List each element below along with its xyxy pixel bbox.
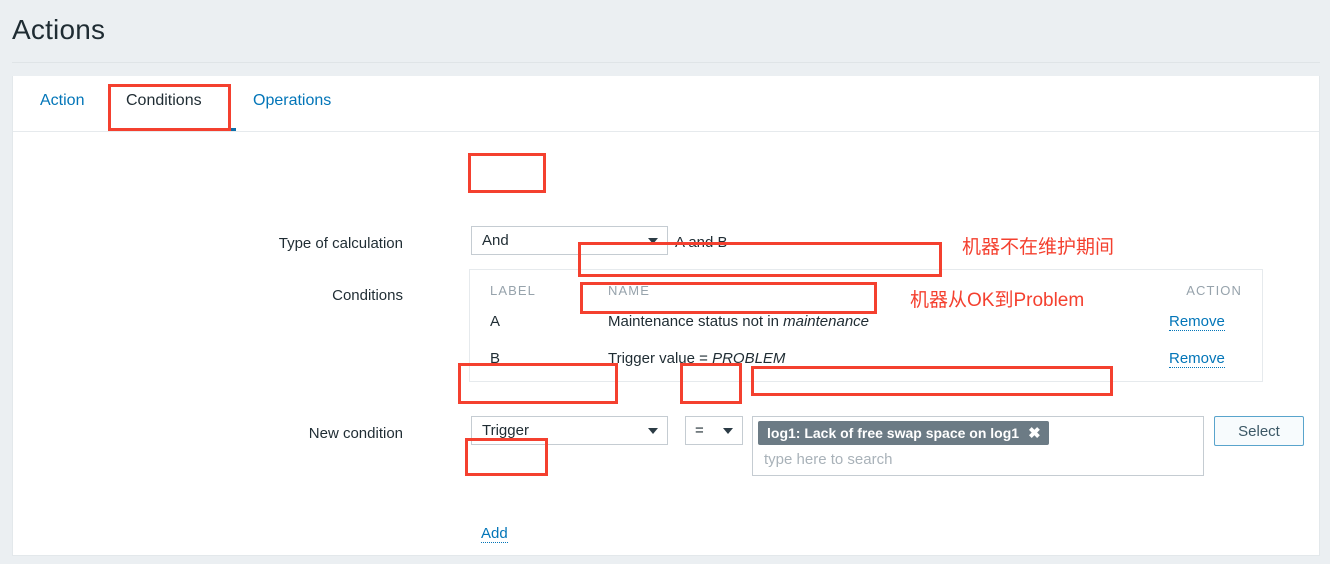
conditions-col-name: NAME bbox=[608, 283, 650, 298]
table-row: A bbox=[490, 313, 500, 330]
conditions-label: Conditions bbox=[332, 287, 403, 304]
new-condition-multiselect[interactable]: log1: Lack of free swap space on log1 ✖ … bbox=[752, 416, 1204, 476]
new-condition-operator-value: = bbox=[695, 422, 704, 439]
type-of-calculation-value: And bbox=[482, 232, 509, 249]
chevron-down-icon bbox=[648, 237, 658, 244]
condition-name-a-value: maintenance bbox=[783, 313, 870, 330]
condition-name-b-prefix: Trigger value = bbox=[608, 350, 713, 367]
condition-name-a: Maintenance status not in maintenance bbox=[608, 313, 869, 330]
page-title: Actions bbox=[12, 14, 106, 45]
condition-name-b-value: PROBLEM bbox=[712, 350, 786, 367]
tab-bar-divider bbox=[13, 131, 1319, 132]
table-row: B bbox=[490, 350, 500, 367]
tab-bar: Action Conditions Operations bbox=[13, 76, 1319, 132]
tab-operations[interactable]: Operations bbox=[253, 92, 331, 110]
condition-name-b: Trigger value = PROBLEM bbox=[608, 350, 785, 367]
chevron-down-icon bbox=[648, 427, 658, 434]
selected-trigger-chip: log1: Lack of free swap space on log1 ✖ bbox=[758, 421, 1049, 445]
type-of-calculation-label: Type of calculation bbox=[278, 235, 403, 252]
trigger-search-input-placeholder[interactable]: type here to search bbox=[764, 451, 892, 468]
tab-conditions[interactable]: Conditions bbox=[126, 92, 202, 110]
remove-condition-b-link[interactable]: Remove bbox=[1169, 350, 1225, 369]
select-trigger-button[interactable]: Select bbox=[1214, 416, 1304, 446]
condition-name-a-prefix: Maintenance status not in bbox=[608, 313, 784, 330]
type-of-calculation-select[interactable]: And bbox=[471, 226, 668, 255]
new-condition-label: New condition bbox=[308, 425, 403, 442]
actions-page: Actions Action Conditions Operations Typ… bbox=[0, 0, 1330, 564]
condition-label-a: A bbox=[490, 313, 501, 330]
add-condition-link[interactable]: Add bbox=[481, 525, 508, 544]
annotation-text-ok-to-problem: 机器从OK到Problem bbox=[910, 290, 1085, 311]
close-icon[interactable]: ✖ bbox=[1028, 426, 1041, 441]
new-condition-operator-select[interactable]: = bbox=[685, 416, 743, 445]
chevron-down-icon bbox=[723, 427, 733, 434]
annotation-text-maintenance: 机器不在维护期间 bbox=[962, 237, 1115, 258]
content-panel: Action Conditions Operations Type of cal… bbox=[12, 76, 1320, 556]
selected-trigger-chip-label: log1: Lack of free swap space on log1 bbox=[767, 425, 1020, 441]
new-condition-type-select[interactable]: Trigger bbox=[471, 416, 668, 445]
condition-label-b: B bbox=[490, 350, 501, 367]
conditions-col-action: ACTION bbox=[1186, 283, 1242, 298]
calculation-formula: A and B bbox=[675, 234, 728, 251]
conditions-col-label: LABEL bbox=[490, 283, 536, 298]
conditions-table: LABEL NAME ACTION A Maintenance status n… bbox=[469, 269, 1263, 382]
new-condition-type-value: Trigger bbox=[482, 422, 529, 439]
header-divider bbox=[12, 62, 1320, 63]
remove-condition-a-link[interactable]: Remove bbox=[1169, 313, 1225, 332]
tab-action[interactable]: Action bbox=[40, 92, 84, 110]
